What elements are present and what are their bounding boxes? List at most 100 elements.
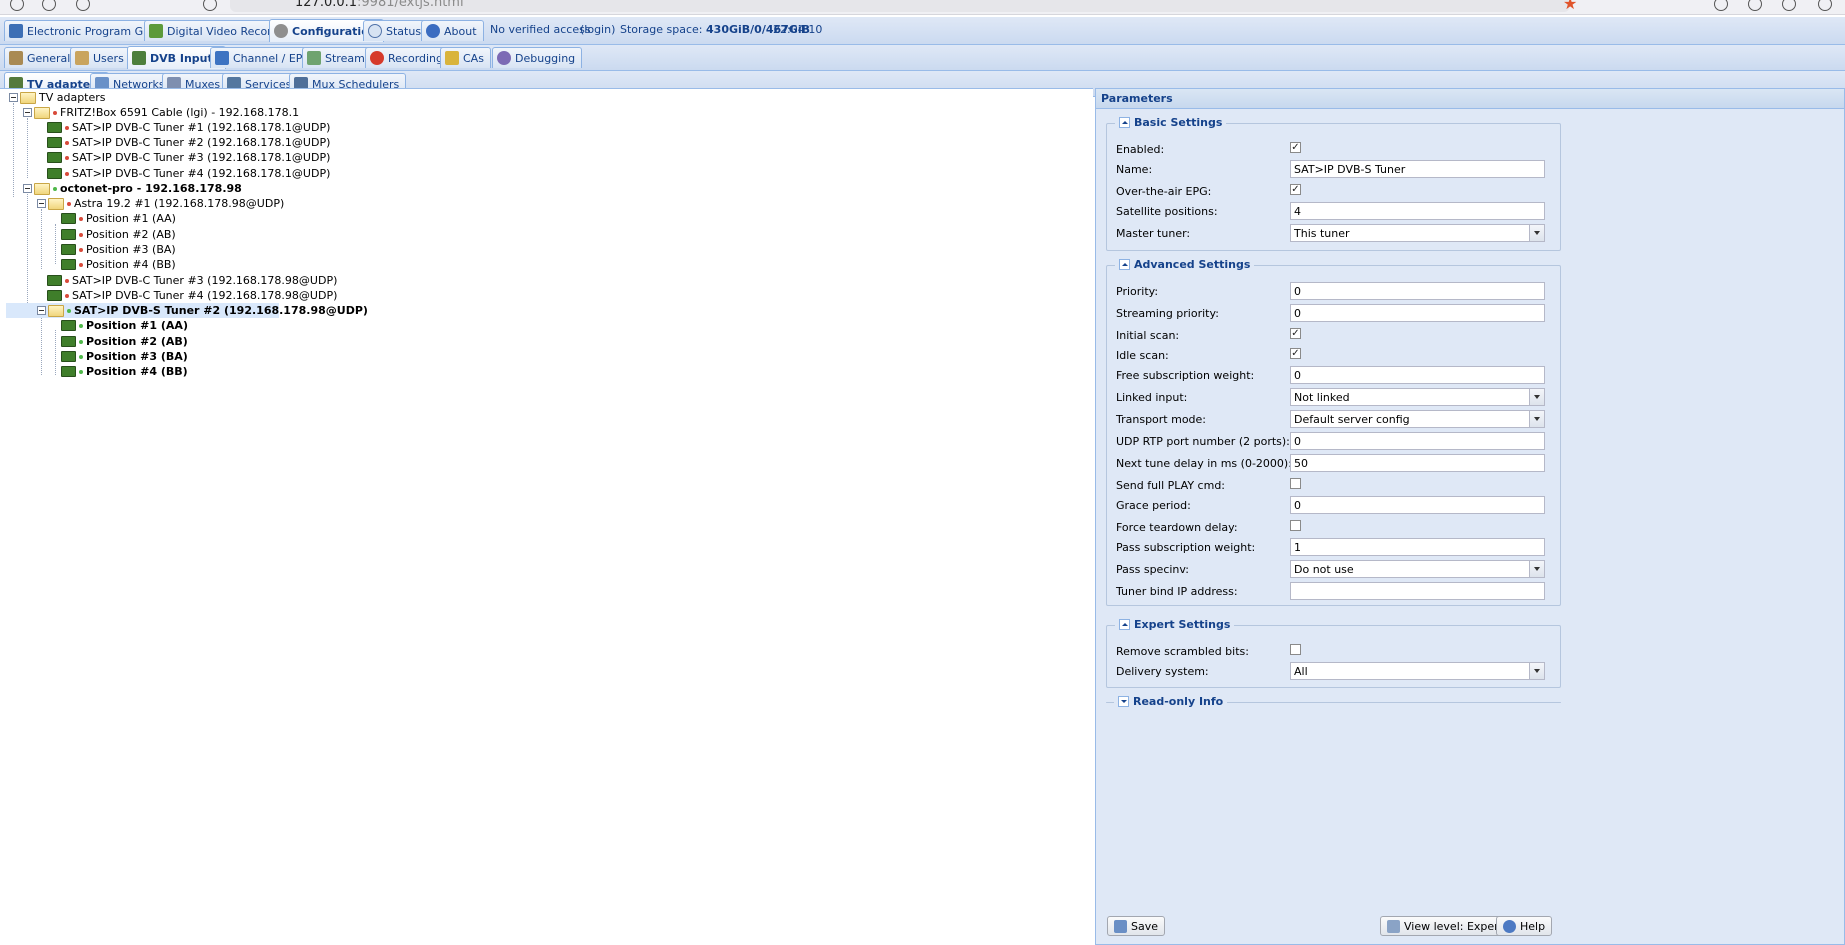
collapse-icon[interactable] xyxy=(1119,117,1130,128)
chevron-down-icon[interactable] xyxy=(1529,663,1544,679)
tab-recording[interactable]: Recording xyxy=(365,47,451,68)
master-tuner-select[interactable]: This tuner xyxy=(1290,224,1545,242)
menu-icon[interactable] xyxy=(1818,0,1832,11)
config-tabs: General Users DVB Inputs Channel / EPG S… xyxy=(0,45,1845,71)
field-label: Priority: xyxy=(1116,285,1159,298)
collapse-icon[interactable] xyxy=(1119,259,1130,270)
collapse-icon[interactable] xyxy=(9,93,18,102)
tree-node-label: Position #4 (BB) xyxy=(86,365,188,378)
collapse-icon[interactable] xyxy=(1119,619,1130,630)
tree-guide xyxy=(55,224,56,264)
priority-input[interactable]: 0 xyxy=(1290,282,1545,300)
enabled-checkbox[interactable]: ✓ xyxy=(1290,142,1301,153)
tv-card-icon xyxy=(61,229,76,240)
udp-rtp-port-input[interactable]: 0 xyxy=(1290,432,1545,450)
download-icon[interactable] xyxy=(1714,0,1728,11)
tree-node-position[interactable]: Position #4 (BB) xyxy=(61,257,176,272)
tree-node-tuner[interactable]: SAT>IP DVB-C Tuner #1 (192.168.178.1@UDP… xyxy=(47,120,330,135)
tuner-bind-ip-input[interactable] xyxy=(1290,582,1545,600)
streaming-priority-input[interactable]: 0 xyxy=(1290,304,1545,322)
force-teardown-checkbox[interactable] xyxy=(1290,520,1301,531)
user-icon xyxy=(75,51,89,65)
chevron-down-icon[interactable] xyxy=(1529,225,1544,241)
free-subscription-weight-input[interactable]: 0 xyxy=(1290,366,1545,384)
account-icon[interactable] xyxy=(1748,0,1762,11)
tree-node-position[interactable]: Position #2 (AB) xyxy=(61,334,188,349)
login-link[interactable]: (login) xyxy=(580,23,615,36)
chevron-down-icon[interactable] xyxy=(1529,389,1544,405)
expert-settings-legend[interactable]: Expert Settings xyxy=(1115,618,1235,631)
tree-node-position[interactable]: Position #3 (BA) xyxy=(61,349,188,364)
advanced-settings-legend[interactable]: Advanced Settings xyxy=(1115,258,1255,271)
full-play-checkbox[interactable] xyxy=(1290,478,1301,489)
tree-node-fritzbox[interactable]: FRITZ!Box 6591 Cable (lgi) - 192.168.178… xyxy=(23,105,299,120)
extensions-icon[interactable] xyxy=(1782,0,1796,11)
forward-icon[interactable] xyxy=(42,0,56,11)
tree-node-label: SAT>IP DVB-C Tuner #3 (192.168.178.1@UDP… xyxy=(72,151,331,164)
tab-status[interactable]: Status xyxy=(363,20,429,41)
tree-node-position[interactable]: Position #2 (AB) xyxy=(61,227,176,242)
tree-node-label: TV adapters xyxy=(39,91,106,104)
grace-period-input[interactable]: 0 xyxy=(1290,496,1545,514)
linked-input-select[interactable]: Not linked xyxy=(1290,388,1545,406)
collapse-icon[interactable] xyxy=(23,184,32,193)
tv-card-icon xyxy=(47,168,62,179)
ota-epg-checkbox[interactable]: ✓ xyxy=(1290,184,1301,195)
collapse-icon[interactable] xyxy=(37,306,46,315)
tree-node-tuner[interactable]: SAT>IP DVB-C Tuner #3 (192.168.178.98@UD… xyxy=(47,273,337,288)
delivery-system-select[interactable]: All xyxy=(1290,662,1545,680)
field-label: Force teardown delay: xyxy=(1116,521,1238,534)
collapse-icon[interactable] xyxy=(23,108,32,117)
field-label: UDP RTP port number (2 ports): xyxy=(1116,435,1290,448)
tree-node-position[interactable]: Position #3 (BA) xyxy=(61,242,176,257)
chevron-down-icon[interactable] xyxy=(1529,561,1544,577)
parameters-panel: Parameters Basic Settings Enabled: ✓ Nam… xyxy=(1095,88,1845,945)
url-text[interactable]: 127.0.0.1:9981/extjs.html xyxy=(295,0,464,10)
tree-node-octonet[interactable]: octonet-pro - 192.168.178.98 xyxy=(23,181,242,196)
tab-cas[interactable]: CAs xyxy=(440,47,491,68)
tab-debugging[interactable]: Debugging xyxy=(492,47,583,68)
reload-icon[interactable] xyxy=(76,0,90,11)
tree-node-position[interactable]: Position #4 (BB) xyxy=(61,364,188,379)
tree-node-position[interactable]: Position #1 (AA) xyxy=(61,211,176,226)
folder-icon xyxy=(48,304,64,317)
save-button[interactable]: Save xyxy=(1107,916,1166,936)
expand-icon[interactable] xyxy=(1118,696,1129,707)
tv-card-icon xyxy=(61,213,76,224)
tree-node-astra[interactable]: Astra 19.2 #1 (192.168.178.98@UDP) xyxy=(37,196,284,211)
initial-scan-checkbox[interactable]: ✓ xyxy=(1290,328,1301,339)
tab-general[interactable]: General xyxy=(4,47,78,68)
tree-node-tuner[interactable]: SAT>IP DVB-C Tuner #2 (192.168.178.1@UDP… xyxy=(47,135,330,150)
tv-card-icon xyxy=(61,244,76,255)
chevron-down-icon[interactable] xyxy=(1529,411,1544,427)
bug-icon xyxy=(497,51,511,65)
tree-node-dvbs-tuner-selected[interactable]: SAT>IP DVB-S Tuner #2 (192.168.178.98@UD… xyxy=(6,303,368,318)
help-button[interactable]: Help xyxy=(1496,916,1553,936)
tree-root[interactable]: TV adapters xyxy=(9,90,106,105)
streaming-priority-row: Streaming priority: 0 xyxy=(1107,304,1560,324)
next-tune-delay-input[interactable]: 50 xyxy=(1290,454,1545,472)
pass-specinv-select[interactable]: Do not use xyxy=(1290,560,1545,578)
tree-node-tuner[interactable]: SAT>IP DVB-C Tuner #4 (192.168.178.98@UD… xyxy=(47,288,337,303)
panel-footer: Save View level: Expert Help xyxy=(1096,910,1844,944)
sat-positions-input[interactable]: 4 xyxy=(1290,202,1545,220)
name-input[interactable]: SAT>IP DVB-S Tuner xyxy=(1290,160,1545,178)
status-dot-icon xyxy=(67,201,71,206)
pass-subscription-weight-input[interactable]: 1 xyxy=(1290,538,1545,556)
tree-node-tuner[interactable]: SAT>IP DVB-C Tuner #4 (192.168.178.1@UDP… xyxy=(47,166,330,181)
remove-scrambled-checkbox[interactable] xyxy=(1290,644,1301,655)
bookmark-star-icon[interactable]: ★ xyxy=(1563,0,1577,13)
tab-users[interactable]: Users xyxy=(70,47,131,68)
transport-mode-select[interactable]: Default server config xyxy=(1290,410,1545,428)
tree-node-position[interactable]: Position #1 (AA) xyxy=(61,318,188,333)
readonly-info-legend[interactable]: Read-only Info xyxy=(1114,695,1228,708)
back-icon[interactable] xyxy=(10,0,24,11)
tree-node-label: SAT>IP DVB-C Tuner #1 (192.168.178.1@UDP… xyxy=(72,121,331,134)
tab-stream[interactable]: Stream xyxy=(302,47,372,68)
idle-scan-checkbox[interactable]: ✓ xyxy=(1290,348,1301,359)
tree-node-tuner[interactable]: SAT>IP DVB-C Tuner #3 (192.168.178.1@UDP… xyxy=(47,150,330,165)
basic-settings-legend[interactable]: Basic Settings xyxy=(1115,116,1227,129)
collapse-icon[interactable] xyxy=(37,199,46,208)
tab-about[interactable]: About xyxy=(421,20,484,41)
tab-label: Debugging xyxy=(515,51,576,65)
